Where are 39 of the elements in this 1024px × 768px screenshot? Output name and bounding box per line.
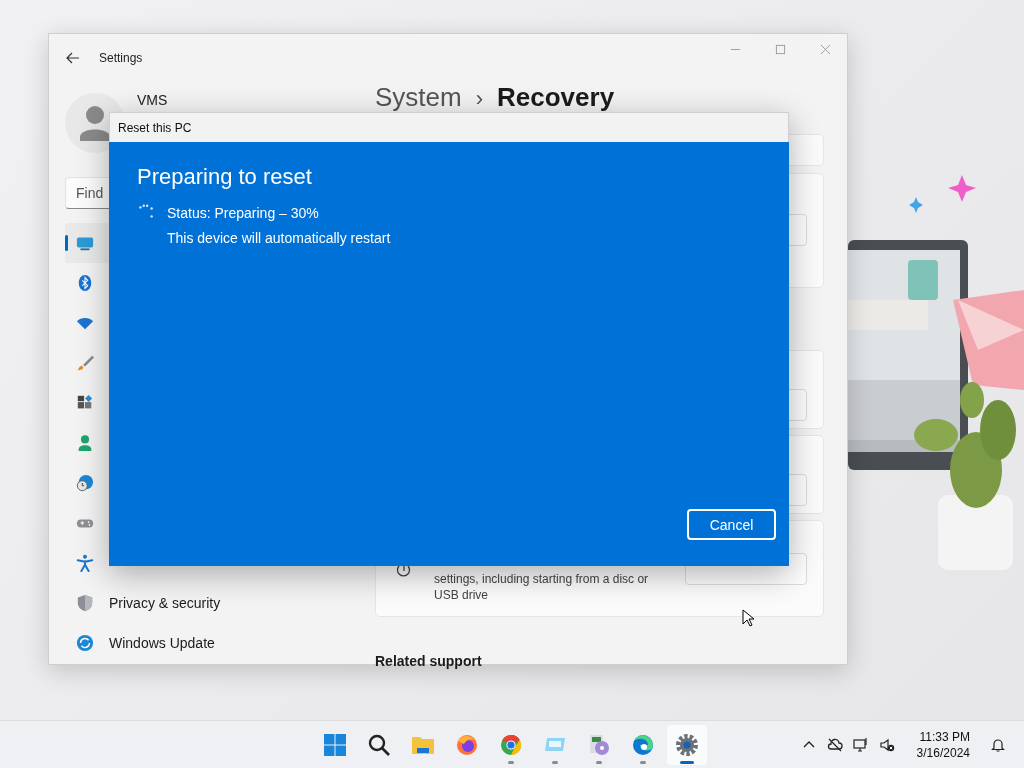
nav-item[interactable]: Privacy & security: [65, 583, 355, 623]
clock[interactable]: 11:33 PM 3/16/2024: [916, 728, 970, 761]
breadcrumb-parent[interactable]: System: [375, 82, 462, 112]
dialog-title: Reset this PC: [118, 120, 192, 135]
brush-icon: [76, 354, 94, 372]
option-description: settings, including starting from a disc or USB drive: [434, 571, 650, 603]
windows-logo-icon: [323, 733, 347, 757]
update-icon: [76, 634, 94, 652]
cancel-button[interactable]: Cancel: [687, 509, 776, 540]
globe-clock-icon: [76, 474, 94, 492]
gear-icon: [675, 733, 699, 757]
bell-icon[interactable]: [990, 736, 1006, 753]
accessibility-icon: [76, 554, 94, 572]
page-title: Recovery: [497, 82, 615, 112]
status-text: Status: Preparing – 30%: [167, 205, 319, 221]
startup-icon: [396, 563, 412, 579]
dialog-heading: Preparing to reset: [137, 164, 313, 190]
network-icon[interactable]: [852, 736, 869, 753]
clock-time: 11:33 PM: [919, 728, 970, 745]
breadcrumb-separator: ›: [475, 85, 483, 113]
volume-muted-icon[interactable]: [878, 736, 895, 753]
clock-date: 3/16/2024: [916, 744, 970, 761]
user-name: VMS: [137, 92, 168, 108]
window-title: Settings: [99, 51, 143, 65]
person-icon: [76, 434, 94, 452]
restart-note: This device will automatically restart: [167, 230, 392, 246]
back-icon[interactable]: [66, 52, 80, 64]
cloud-off-icon[interactable]: [826, 736, 843, 753]
nav-item[interactable]: Windows Update: [65, 623, 355, 663]
bluetooth-icon: [76, 274, 94, 292]
close-icon[interactable]: [820, 44, 831, 55]
chrome-icon: [499, 733, 523, 757]
edge-icon: [631, 733, 655, 757]
section-heading: Related support: [375, 653, 483, 669]
maximize-icon[interactable]: [775, 44, 786, 55]
firefox-icon: [455, 733, 479, 757]
installer-icon: [587, 733, 611, 757]
shield-icon: [76, 594, 94, 612]
search-icon: [367, 733, 391, 757]
